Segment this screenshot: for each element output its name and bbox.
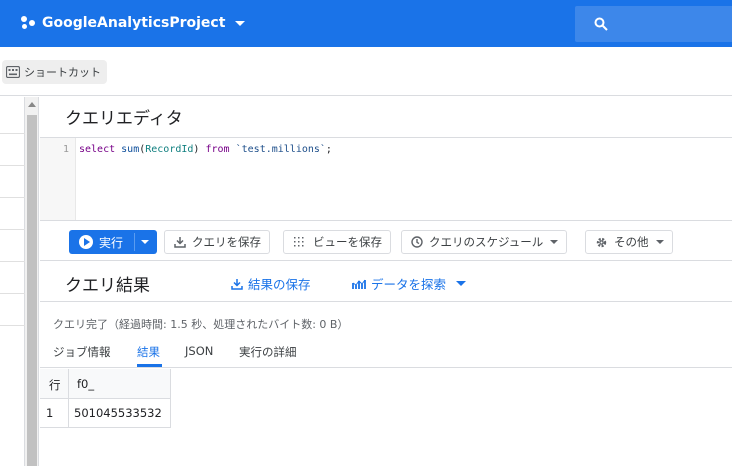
code-token: sum <box>121 144 140 155</box>
search-icon <box>594 17 608 31</box>
save-results-label: 結果の保存 <box>248 277 311 292</box>
play-icon <box>79 235 93 249</box>
run-label: 実行 <box>99 235 124 250</box>
save-query-button[interactable]: クエリを保存 <box>164 230 270 254</box>
code-token: select <box>79 144 116 155</box>
table-cell: 1 <box>40 399 68 428</box>
results-title: クエリ結果 <box>65 276 150 296</box>
sql-editor[interactable]: 1 select sum(RecordId) from `test.millio… <box>40 137 732 221</box>
query-toolbar: 実行 クエリを保存 ビューを保存 クエリのスケジュール その他 <box>40 221 732 261</box>
project-name: GoogleAnalyticsProject <box>42 15 226 31</box>
chevron-down-icon <box>456 281 467 286</box>
save-query-label: クエリを保存 <box>192 235 261 249</box>
explore-data-link[interactable]: データを探索 <box>352 274 467 293</box>
code-token: RecordId <box>145 144 194 155</box>
scroll-up-icon[interactable] <box>28 102 36 107</box>
download-icon <box>231 278 243 290</box>
code-token: ) <box>193 144 200 155</box>
code-token: `test.millions` <box>235 144 326 155</box>
editor-title: クエリエディタ <box>65 109 183 129</box>
chart-icon <box>352 279 366 289</box>
code-token: ; <box>325 144 332 155</box>
explorer-panel <box>0 97 25 466</box>
results-header: クエリ結果 結果の保存 データを探索 <box>40 262 732 302</box>
save-results-link[interactable]: 結果の保存 <box>231 274 311 293</box>
chevron-down-icon <box>655 240 664 244</box>
results-tabs: ジョブ情報 結果 JSON 実行の詳細 <box>40 338 732 368</box>
shortcut-label: ショートカット <box>24 66 101 79</box>
active-tab-indicator <box>137 364 162 367</box>
project-selector[interactable]: GoogleAnalyticsProject <box>20 13 246 33</box>
table-cell[interactable]: 501045533532 <box>68 399 171 428</box>
schedule-query-button[interactable]: クエリのスケジュール <box>401 230 568 254</box>
chevron-down-icon <box>235 20 246 26</box>
run-dropdown-icon[interactable] <box>141 240 149 244</box>
line-number: 1 <box>62 144 69 155</box>
explore-label: データを探索 <box>371 277 447 292</box>
tab-json[interactable]: JSON <box>185 344 213 358</box>
scroll-thumb[interactable] <box>27 115 37 466</box>
gear-icon <box>596 237 607 247</box>
explorer-scrollbar[interactable] <box>25 97 39 466</box>
tab-execution-details[interactable]: 実行の詳細 <box>239 344 297 360</box>
schedule-label: クエリのスケジュール <box>429 235 544 249</box>
more-label: その他 <box>614 235 649 249</box>
save-view-button[interactable]: ビューを保存 <box>283 230 391 254</box>
more-button[interactable]: その他 <box>585 230 673 254</box>
chevron-down-icon <box>550 240 559 244</box>
sql-code[interactable]: select sum(RecordId) from `test.millions… <box>79 144 332 155</box>
search-box[interactable] <box>575 6 732 42</box>
top-bar: GoogleAnalyticsProject <box>0 0 732 47</box>
view-grid-icon <box>294 237 304 247</box>
download-icon <box>174 237 186 248</box>
tab-results[interactable]: 結果 <box>137 344 160 360</box>
shortcut-bar: ショートカット <box>0 47 732 96</box>
keyboard-icon <box>6 66 20 78</box>
column-header-f0: f0_ <box>68 369 171 399</box>
run-button[interactable]: 実行 <box>69 230 157 254</box>
results-table: 行 f0_ 1 501045533532 <box>40 369 171 429</box>
line-gutter: 1 <box>40 138 76 220</box>
tab-job-info[interactable]: ジョブ情報 <box>53 344 111 360</box>
project-hexagon-icon <box>20 15 36 31</box>
column-header-row: 行 <box>40 369 68 399</box>
clock-icon <box>411 236 423 248</box>
query-status: クエリ完了（経過時間: 1.5 秒、処理されたバイト数: 0 B） <box>53 318 349 331</box>
save-view-label: ビューを保存 <box>313 235 382 249</box>
code-token: from <box>205 144 230 155</box>
shortcut-button[interactable]: ショートカット <box>2 60 107 84</box>
